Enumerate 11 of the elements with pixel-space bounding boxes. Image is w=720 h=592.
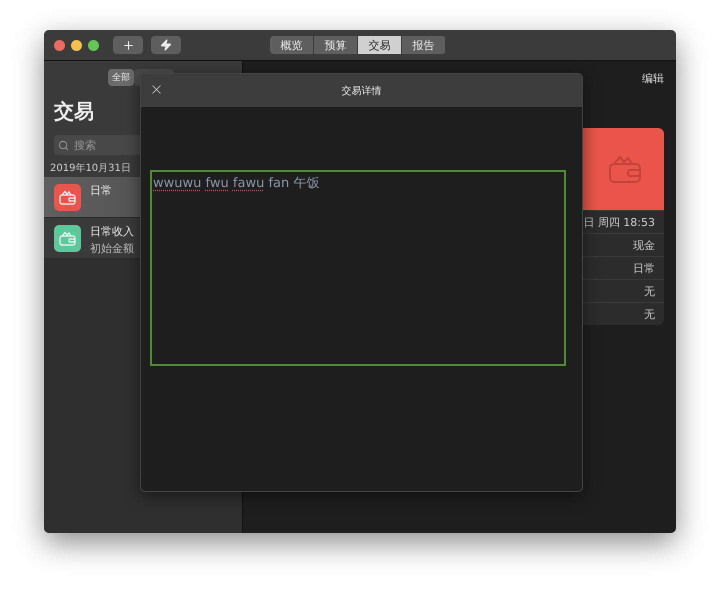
transaction-subtitle: 初始金额 — [90, 241, 134, 256]
transaction-title: 日常收入 — [90, 224, 134, 239]
detail-value: 日常 — [633, 260, 655, 276]
detail-value: 日 周四 18:53 — [583, 214, 655, 230]
detail-value: 无 — [644, 284, 655, 298]
dialog-title: 交易详情 — [342, 84, 382, 98]
date-header: 2019年10月31日 — [50, 162, 132, 175]
detail-value: 现金 — [633, 238, 655, 252]
sidebar-title: 交易 — [54, 98, 95, 125]
detail-value: 无 — [644, 306, 655, 322]
transaction-title: 日常 — [90, 183, 112, 198]
